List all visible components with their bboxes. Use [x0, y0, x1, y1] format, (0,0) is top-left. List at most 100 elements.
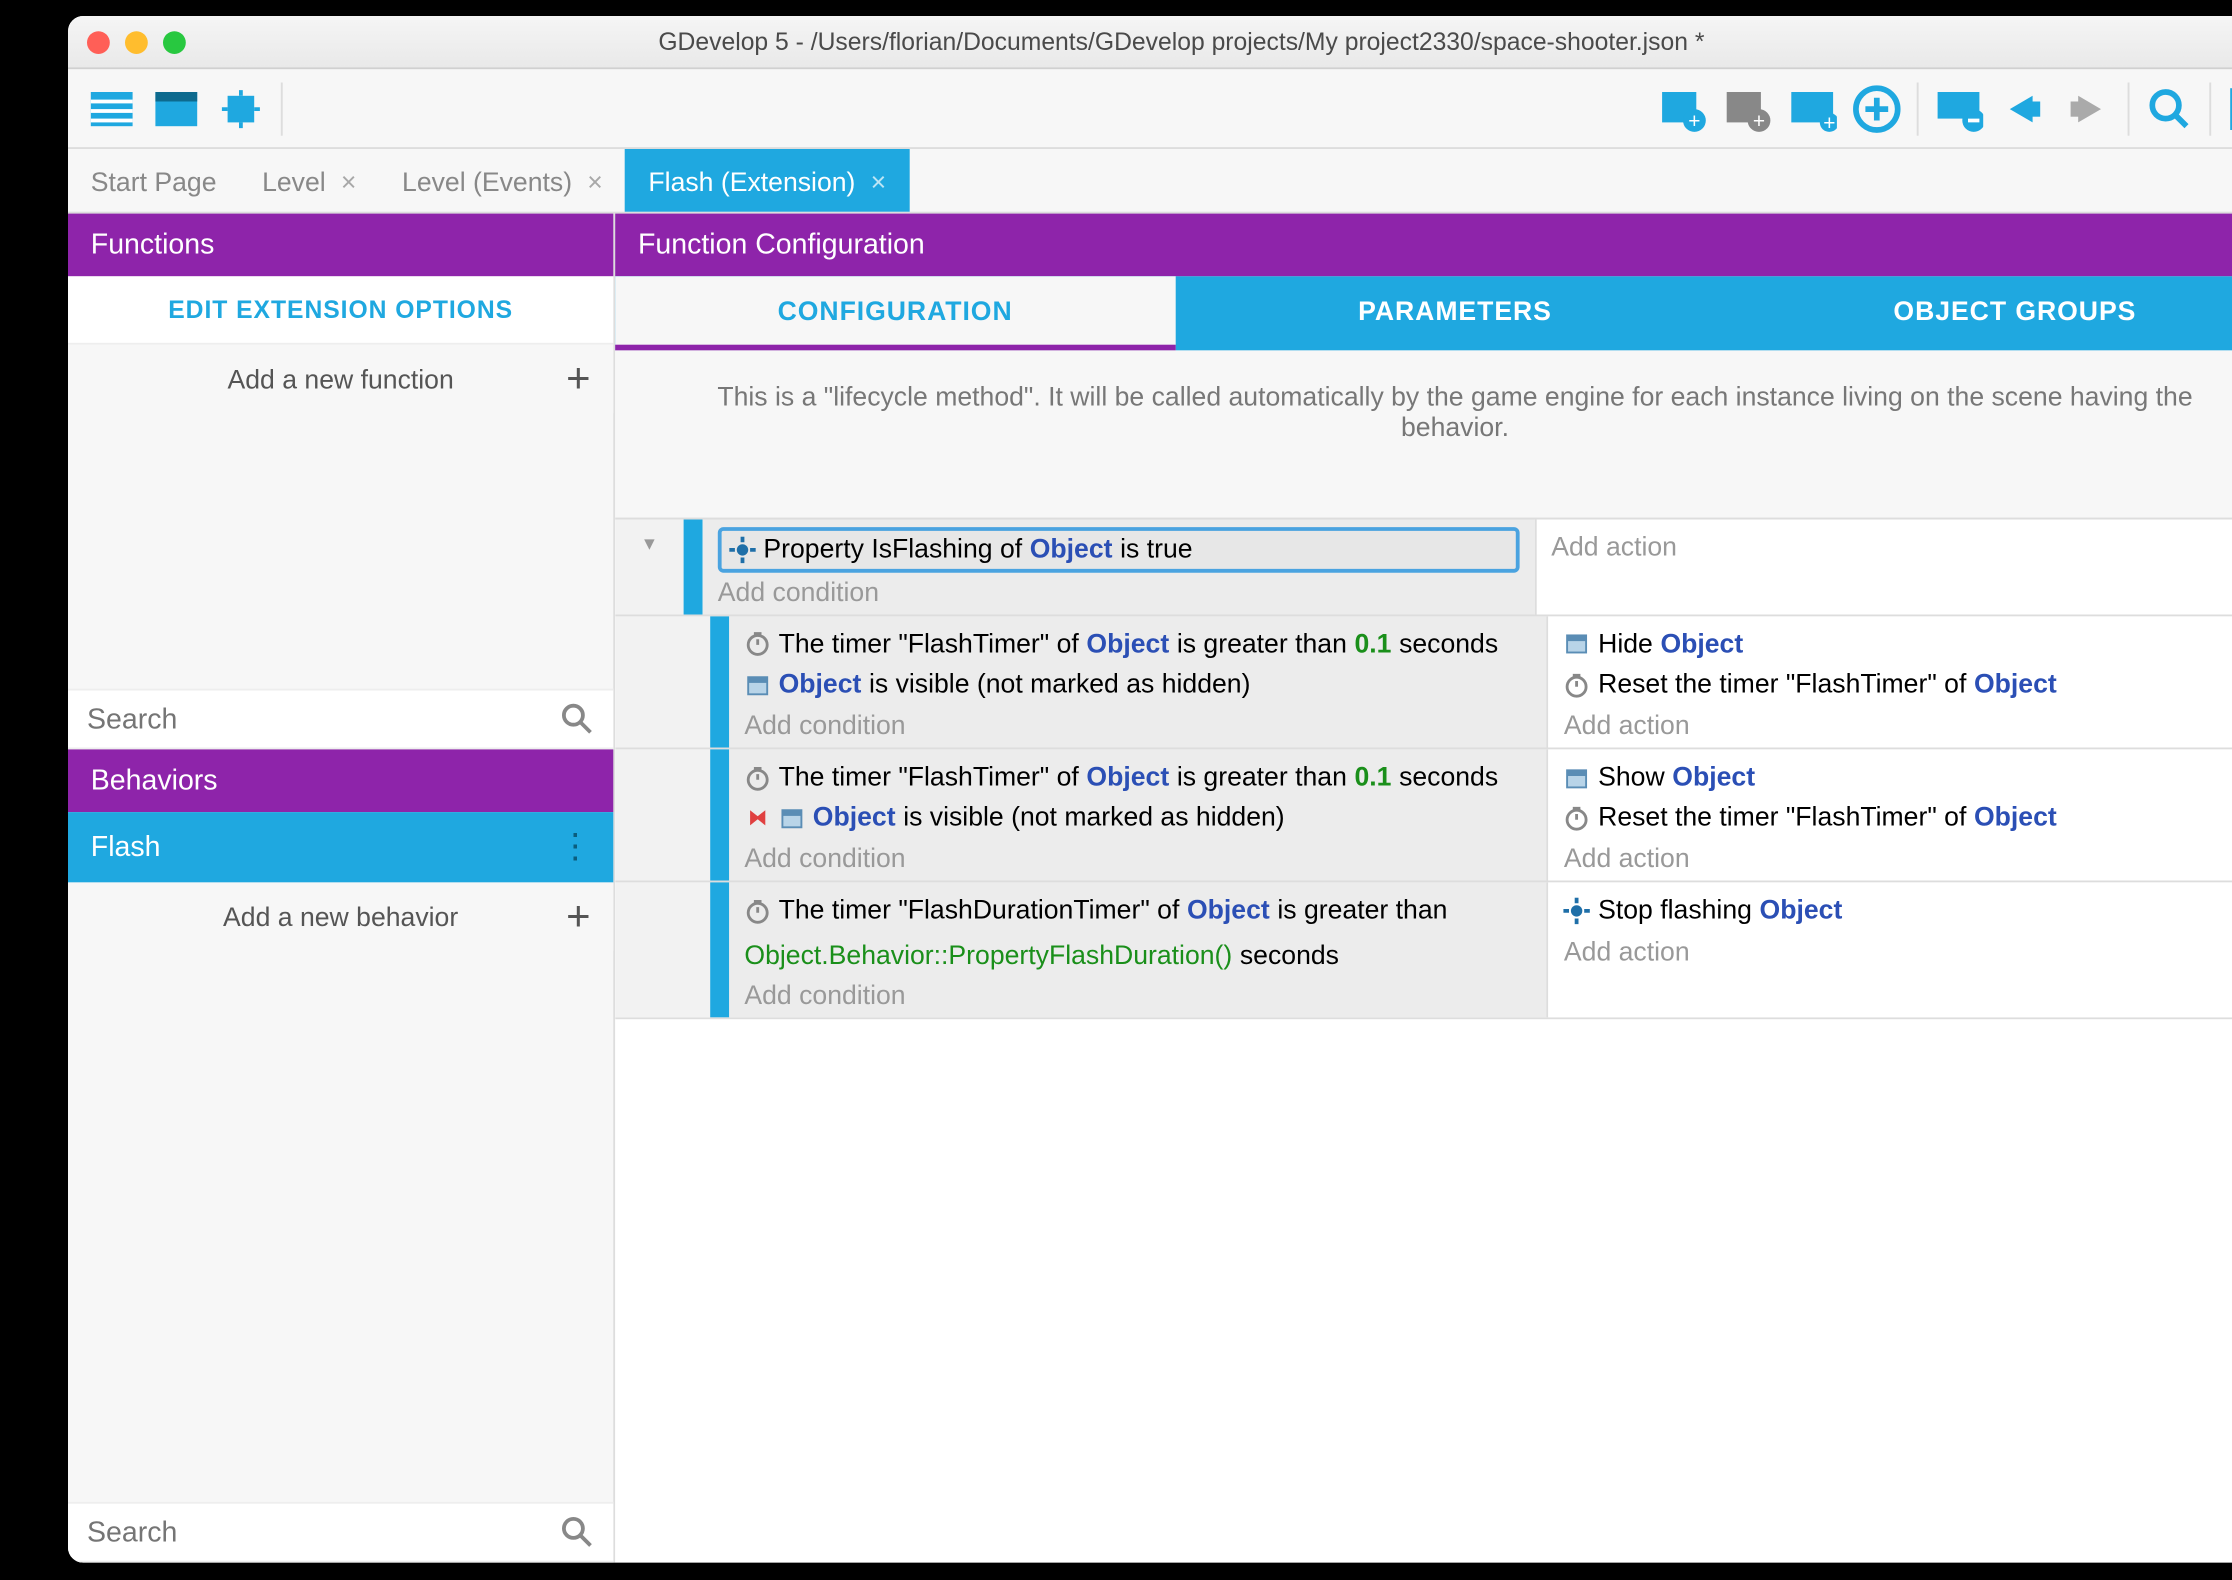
window-title: GDevelop 5 - /Users/florian/Documents/GD…: [68, 27, 2232, 55]
action-line[interactable]: Stop flashing Object: [1564, 890, 2232, 931]
actions-column[interactable]: Show ObjectReset the timer "FlashTimer" …: [1547, 749, 2232, 880]
add-event-button[interactable]: +: [1651, 76, 1716, 141]
add-action-button[interactable]: Add action: [1564, 839, 2232, 873]
functions-search[interactable]: [68, 689, 613, 750]
behavior-item-flash[interactable]: Flash ⋮: [68, 812, 613, 882]
add-condition-button[interactable]: Add condition: [718, 572, 1519, 606]
event-row[interactable]: ▾Property IsFlashing of Object is trueAd…: [615, 520, 2232, 616]
tab-configuration[interactable]: CONFIGURATION: [615, 276, 1175, 350]
condition-line[interactable]: Object is visible (not marked as hidden): [744, 664, 1531, 705]
tab-level[interactable]: Level×: [239, 149, 379, 212]
close-icon[interactable]: ×: [871, 165, 887, 195]
search-icon: [560, 1515, 594, 1549]
toolbar-separator: [2209, 82, 2211, 135]
add-function-button[interactable]: Add a new function +: [68, 345, 613, 413]
tab-level-events-[interactable]: Level (Events)×: [379, 149, 625, 212]
project-manager-button[interactable]: [79, 76, 144, 141]
conditions-column[interactable]: Property IsFlashing of Object is trueAdd…: [703, 520, 1535, 614]
action-line[interactable]: Reset the timer "FlashTimer" of Object: [1564, 664, 2232, 705]
event-stripe: [710, 616, 729, 747]
event-gutter[interactable]: [615, 882, 710, 1017]
debugger-button[interactable]: [209, 76, 274, 141]
action-line[interactable]: Hide Object: [1564, 623, 2232, 664]
add-action-button[interactable]: Add action: [1551, 527, 2232, 561]
undo-button[interactable]: [1991, 76, 2056, 141]
tab-start-page[interactable]: Start Page: [68, 149, 239, 212]
plus-icon: +: [566, 354, 590, 403]
toolbar-separator: [1917, 82, 1919, 135]
add-other-button[interactable]: [1845, 76, 1910, 141]
toolbar-separator: [281, 82, 283, 135]
redo-button[interactable]: [2055, 76, 2120, 141]
minimize-window-button[interactable]: [125, 30, 148, 53]
function-config-header: Function Configuration: [615, 214, 2232, 277]
tab-flash-extension-[interactable]: Flash (Extension)×: [626, 149, 909, 212]
timer-icon: [1564, 671, 1591, 698]
toolbar: + + +: [68, 69, 2232, 149]
condition-line[interactable]: The timer "FlashTimer" of Object is grea…: [744, 623, 1531, 664]
close-window-button[interactable]: [87, 30, 110, 53]
conditions-column[interactable]: The timer "FlashTimer" of Object is grea…: [729, 616, 1547, 747]
timer-icon: [744, 897, 771, 924]
tab-parameters[interactable]: PARAMETERS: [1175, 276, 1735, 350]
add-condition-button[interactable]: Add condition: [744, 839, 1531, 873]
app-window: GDevelop 5 - /Users/florian/Documents/GD…: [68, 16, 2232, 1563]
behaviors-search[interactable]: [68, 1502, 613, 1563]
search-events-button[interactable]: [2137, 76, 2202, 141]
event-stripe: [684, 520, 703, 614]
action-line[interactable]: Show Object: [1564, 757, 2232, 798]
event-gutter[interactable]: ▾: [615, 520, 683, 614]
zoom-window-button[interactable]: [163, 30, 186, 53]
condition-line[interactable]: Property IsFlashing of Object is true: [718, 527, 1519, 572]
add-condition-button[interactable]: Add condition: [744, 705, 1531, 739]
plus-icon: +: [566, 892, 590, 941]
gear-icon: [1564, 897, 1591, 924]
behaviors-panel-header: Behaviors: [68, 749, 613, 812]
edit-extension-options-button[interactable]: EDIT EXTENSION OPTIONS: [68, 276, 613, 344]
config-subtabs: CONFIGURATION PARAMETERS OBJECT GROUPS: [615, 276, 2232, 350]
conditions-column[interactable]: The timer "FlashDurationTimer" of Object…: [729, 882, 1547, 1017]
event-gutter[interactable]: [615, 616, 710, 747]
sidebar: Functions EDIT EXTENSION OPTIONS Add a n…: [68, 214, 615, 1563]
layer-icon: [1564, 764, 1591, 791]
tab-object-groups[interactable]: OBJECT GROUPS: [1735, 276, 2232, 350]
add-behavior-button[interactable]: Add a new behavior +: [68, 882, 613, 950]
preferences-button[interactable]: [2219, 76, 2232, 141]
event-row[interactable]: The timer "FlashTimer" of Object is grea…: [615, 616, 2232, 749]
titlebar: GDevelop 5 - /Users/florian/Documents/GD…: [68, 16, 2232, 69]
actions-column[interactable]: Add action: [1534, 520, 2232, 614]
event-stripe: [710, 882, 729, 1017]
export-button[interactable]: [144, 76, 209, 141]
svg-text:+: +: [1688, 109, 1700, 132]
add-comment-button[interactable]: +: [1780, 76, 1845, 141]
lifecycle-description: This is a "lifecycle method". It will be…: [615, 350, 2232, 519]
add-subevent-button[interactable]: +: [1715, 76, 1780, 141]
conditions-column[interactable]: The timer "FlashTimer" of Object is grea…: [729, 749, 1547, 880]
condition-line[interactable]: The timer "FlashTimer" of Object is grea…: [744, 757, 1531, 798]
event-row[interactable]: The timer "FlashTimer" of Object is grea…: [615, 749, 2232, 882]
add-action-button[interactable]: Add action: [1564, 705, 2232, 739]
search-icon: [560, 702, 594, 736]
search-input[interactable]: [87, 703, 560, 735]
search-input[interactable]: [87, 1516, 560, 1548]
invert-icon: [744, 805, 771, 832]
event-stripe: [710, 749, 729, 880]
add-action-button[interactable]: Add action: [1564, 931, 2232, 965]
layer-icon: [779, 805, 806, 832]
layer-icon: [744, 671, 771, 698]
actions-column[interactable]: Stop flashing ObjectAdd action: [1547, 882, 2232, 1017]
close-icon[interactable]: ×: [587, 165, 603, 195]
actions-column[interactable]: Hide ObjectReset the timer "FlashTimer" …: [1547, 616, 2232, 747]
close-icon[interactable]: ×: [341, 165, 357, 195]
functions-panel-header: Functions: [68, 214, 613, 277]
event-row[interactable]: The timer "FlashDurationTimer" of Object…: [615, 882, 2232, 1019]
event-gutter[interactable]: [615, 749, 710, 880]
layer-icon: [1564, 630, 1591, 657]
delete-button[interactable]: [1926, 76, 1991, 141]
add-condition-button[interactable]: Add condition: [744, 976, 1531, 1010]
more-icon[interactable]: ⋮: [558, 827, 590, 867]
action-line[interactable]: Reset the timer "FlashTimer" of Object: [1564, 798, 2232, 839]
condition-line[interactable]: The timer "FlashDurationTimer" of Object…: [744, 890, 1531, 976]
document-tabs: Start PageLevel×Level (Events)×Flash (Ex…: [68, 149, 2232, 214]
condition-line[interactable]: Object is visible (not marked as hidden): [744, 798, 1531, 839]
